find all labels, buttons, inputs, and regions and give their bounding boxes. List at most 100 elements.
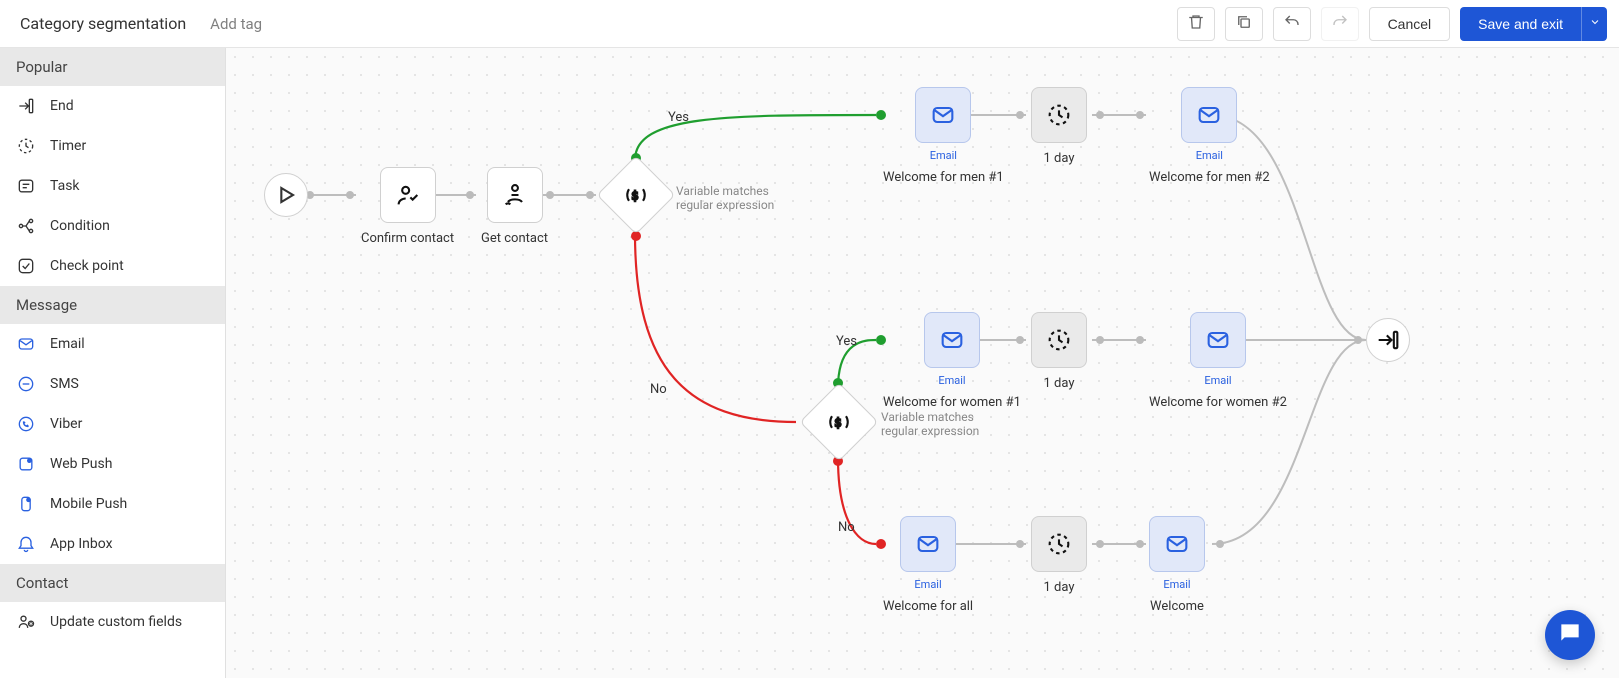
- sidebar-item-mobilepush[interactable]: Mobile Push: [0, 484, 225, 524]
- port: [1136, 540, 1144, 548]
- timer-icon: [16, 136, 36, 156]
- node-sublabel: Email: [914, 578, 941, 591]
- sidebar-item-timer[interactable]: Timer: [0, 126, 225, 166]
- sidebar-item-viber[interactable]: Viber: [0, 404, 225, 444]
- port: [586, 191, 594, 199]
- svg-text:$: $: [834, 416, 841, 430]
- node-label: 1 day: [1044, 376, 1075, 391]
- node-sublabel: Email: [938, 374, 965, 387]
- email-women2-node[interactable]: Email Welcome for women #2: [1149, 312, 1287, 410]
- appinbox-icon: [16, 534, 36, 554]
- condition-caption: Variable matches regular expression: [676, 184, 806, 212]
- save-dropdown-button[interactable]: [1581, 7, 1607, 41]
- main: Popular End Timer Task Condition Check p…: [0, 48, 1619, 678]
- sidebar-item-label: SMS: [50, 376, 79, 392]
- mail-icon: [929, 101, 957, 129]
- end-node[interactable]: [1366, 318, 1410, 362]
- sidebar-item-task[interactable]: Task: [0, 166, 225, 206]
- port: [1016, 540, 1024, 548]
- sidebar-item-label: Timer: [50, 138, 86, 154]
- node-sublabel: Email: [1204, 374, 1231, 387]
- timer-node-2[interactable]: 1 day: [1031, 312, 1087, 391]
- sidebar-item-label: Condition: [50, 218, 110, 234]
- confirm-contact-node[interactable]: Confirm contact: [361, 167, 454, 246]
- sidebar-item-label: Mobile Push: [50, 496, 127, 512]
- variable-icon: $: [622, 181, 650, 209]
- email-men2-node[interactable]: Email Welcome for men #2: [1149, 87, 1270, 185]
- undo-icon: [1283, 13, 1301, 34]
- sidebar-item-checkpoint[interactable]: Check point: [0, 246, 225, 286]
- mail-icon: [914, 530, 942, 558]
- mail-icon: [1204, 326, 1232, 354]
- end-icon: [16, 96, 36, 116]
- header: Category segmentation Add tag Cancel Sav…: [0, 0, 1619, 48]
- updatefields-icon: [16, 612, 36, 632]
- sidebar-item-end[interactable]: End: [0, 86, 225, 126]
- page-title: Category segmentation: [20, 14, 186, 33]
- node-sublabel: Email: [1196, 149, 1223, 162]
- sidebar-item-label: Check point: [50, 258, 124, 274]
- sidebar-item-label: App Inbox: [50, 536, 113, 552]
- email-welcome-node[interactable]: Email Welcome: [1149, 516, 1205, 614]
- condition-node-2[interactable]: $: [811, 394, 867, 450]
- save-button-group: Save and exit: [1460, 7, 1607, 41]
- start-node[interactable]: [264, 173, 308, 217]
- copy-button[interactable]: [1225, 7, 1263, 41]
- hand-person-icon: [501, 181, 529, 209]
- timer-node-1[interactable]: 1 day: [1031, 87, 1087, 166]
- port: [1096, 336, 1104, 344]
- port: [1216, 540, 1224, 548]
- email-all-node[interactable]: Email Welcome for all: [883, 516, 973, 614]
- undo-button[interactable]: [1273, 7, 1311, 41]
- edge-label-no-2: No: [838, 520, 855, 535]
- port: [1136, 111, 1144, 119]
- play-icon: [272, 181, 300, 209]
- webpush-icon: [16, 454, 36, 474]
- save-button[interactable]: Save and exit: [1460, 7, 1581, 41]
- checkpoint-icon: [16, 256, 36, 276]
- node-label: Welcome: [1150, 599, 1204, 614]
- condition-node-1[interactable]: $: [608, 167, 664, 223]
- cancel-button[interactable]: Cancel: [1369, 7, 1451, 41]
- redo-button[interactable]: [1321, 7, 1359, 41]
- port: [1136, 336, 1144, 344]
- trash-icon: [1187, 13, 1205, 34]
- condition-icon: [16, 216, 36, 236]
- sidebar-item-webpush[interactable]: Web Push: [0, 444, 225, 484]
- end-icon: [1374, 326, 1402, 354]
- node-label: Welcome for men #1: [883, 170, 1004, 185]
- workflow-canvas[interactable]: Confirm contact Get contact $ Variable m…: [226, 48, 1619, 678]
- node-label: Get contact: [481, 231, 548, 246]
- node-label: Confirm contact: [361, 231, 454, 246]
- delete-button[interactable]: [1177, 7, 1215, 41]
- email-women1-node[interactable]: Email Welcome for women #1: [883, 312, 1021, 410]
- node-label: 1 day: [1044, 151, 1075, 166]
- edge-label-yes-2: Yes: [836, 334, 857, 349]
- node-label: 1 day: [1044, 580, 1075, 595]
- timer-node-3[interactable]: 1 day: [1031, 516, 1087, 595]
- mail-icon: [938, 326, 966, 354]
- node-label: Welcome for men #2: [1149, 170, 1270, 185]
- add-tag-link[interactable]: Add tag: [210, 15, 262, 33]
- sidebar-item-email[interactable]: Email: [0, 324, 225, 364]
- edge-label-yes-1: Yes: [668, 110, 689, 125]
- chat-fab[interactable]: [1545, 610, 1595, 660]
- condition-caption-2: Variable matches regular expression: [881, 410, 1011, 438]
- email-men1-node[interactable]: Email Welcome for men #1: [883, 87, 1004, 185]
- header-left: Category segmentation Add tag: [12, 14, 262, 33]
- port: [346, 191, 354, 199]
- sidebar-section-contact: Contact: [0, 564, 225, 602]
- node-label: Welcome for women #2: [1149, 395, 1287, 410]
- sidebar-item-label: End: [50, 98, 74, 114]
- port: [1096, 540, 1104, 548]
- port: [1016, 111, 1024, 119]
- get-contact-node[interactable]: Get contact: [481, 167, 548, 246]
- sidebar-item-condition[interactable]: Condition: [0, 206, 225, 246]
- sidebar-item-label: Task: [50, 178, 80, 194]
- sidebar-item-sms[interactable]: SMS: [0, 364, 225, 404]
- sidebar-item-appinbox[interactable]: App Inbox: [0, 524, 225, 564]
- redo-icon: [1331, 13, 1349, 34]
- sidebar-item-label: Web Push: [50, 456, 112, 472]
- sidebar-item-updatefields[interactable]: Update custom fields: [0, 602, 225, 642]
- email-icon: [16, 334, 36, 354]
